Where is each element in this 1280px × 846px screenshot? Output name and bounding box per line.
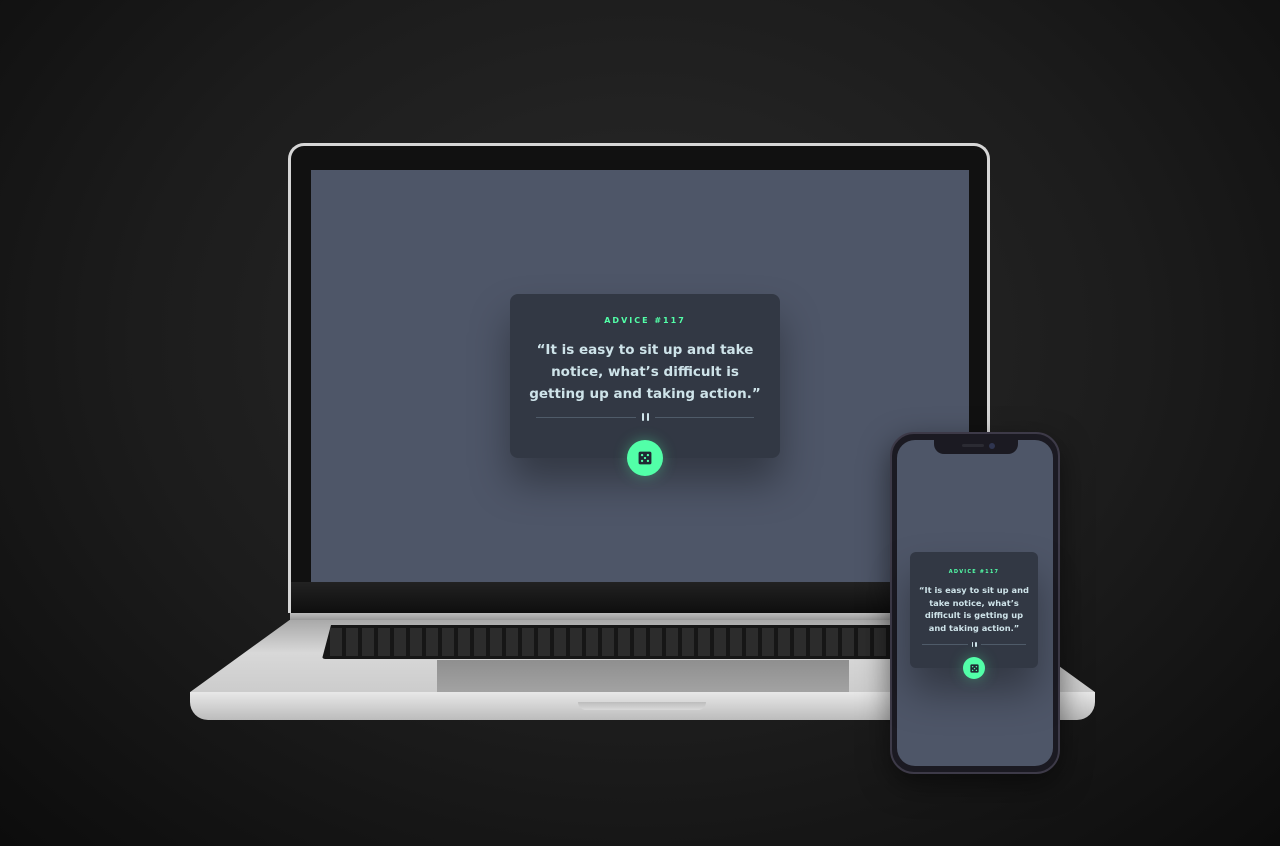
advice-quote-mobile: “It is easy to sit up and take notice, w…: [919, 585, 1029, 633]
divider-line-left: [536, 416, 636, 418]
pattern-divider: [536, 413, 754, 421]
advice-card-mobile: ADVICE #117 “It is easy to sit up and ta…: [910, 552, 1038, 679]
dice-icon: [638, 451, 652, 465]
dice-button-mobile[interactable]: [963, 657, 985, 679]
advice-quote: “It is easy to sit up and take notice, w…: [529, 342, 761, 402]
divider-line-right: [654, 416, 754, 418]
pause-icon: [971, 642, 977, 647]
pause-icon: [641, 413, 649, 421]
divider-line-right: [980, 644, 1026, 645]
dice-button[interactable]: [627, 440, 663, 476]
divider-line-left: [922, 644, 968, 645]
keyboard-keys: [328, 628, 888, 656]
phone-camera: [989, 443, 995, 449]
phone-speaker: [962, 444, 984, 447]
pattern-divider-mobile: [922, 642, 1026, 647]
advice-card-desktop: ADVICE #117 “It is easy to sit up and ta…: [510, 294, 780, 476]
dice-icon: [969, 663, 979, 673]
laptop-thumb-notch: [578, 702, 706, 710]
advice-id: ADVICE #117: [604, 316, 686, 325]
phone-notch: [934, 440, 1018, 454]
laptop-chin: [291, 582, 987, 613]
advice-id-mobile: ADVICE #117: [948, 569, 1000, 575]
